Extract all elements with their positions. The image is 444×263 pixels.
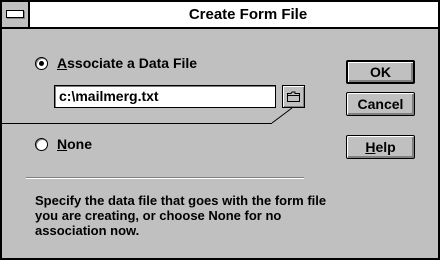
callout-leader-diagonal <box>271 107 293 124</box>
none-label-text: one <box>67 136 93 152</box>
radio-selected-dot <box>39 61 44 66</box>
data-file-input[interactable]: c:\mailmerg.txt <box>54 85 276 108</box>
folder-icon <box>287 91 300 102</box>
associate-radio[interactable] <box>35 57 48 70</box>
help-button[interactable]: Help <box>346 135 415 159</box>
associate-label-text: ssociate a Data File <box>67 55 198 71</box>
system-menu-button[interactable] <box>2 2 30 27</box>
associate-hotkey: A <box>57 55 68 71</box>
none-radio[interactable] <box>35 138 48 151</box>
cancel-button[interactable]: Cancel <box>346 92 415 116</box>
help-label-text: elp <box>375 139 396 155</box>
description-text: Specify the data file that goes with the… <box>35 193 327 238</box>
none-label[interactable]: None <box>57 136 92 152</box>
system-menu-icon <box>6 10 24 18</box>
divider <box>26 177 304 179</box>
callout-leader-line <box>0 123 272 124</box>
ok-button[interactable]: OK <box>346 60 415 84</box>
browse-button[interactable] <box>282 85 305 108</box>
dialog-title: Create Form File <box>188 6 308 23</box>
associate-label[interactable]: Associate a Data File <box>57 55 197 71</box>
title-bar: Create Form File <box>2 2 438 29</box>
create-form-file-dialog: Create Form File Associate a Data File c… <box>0 0 440 260</box>
help-hotkey: H <box>365 139 376 155</box>
none-hotkey: N <box>57 136 68 152</box>
